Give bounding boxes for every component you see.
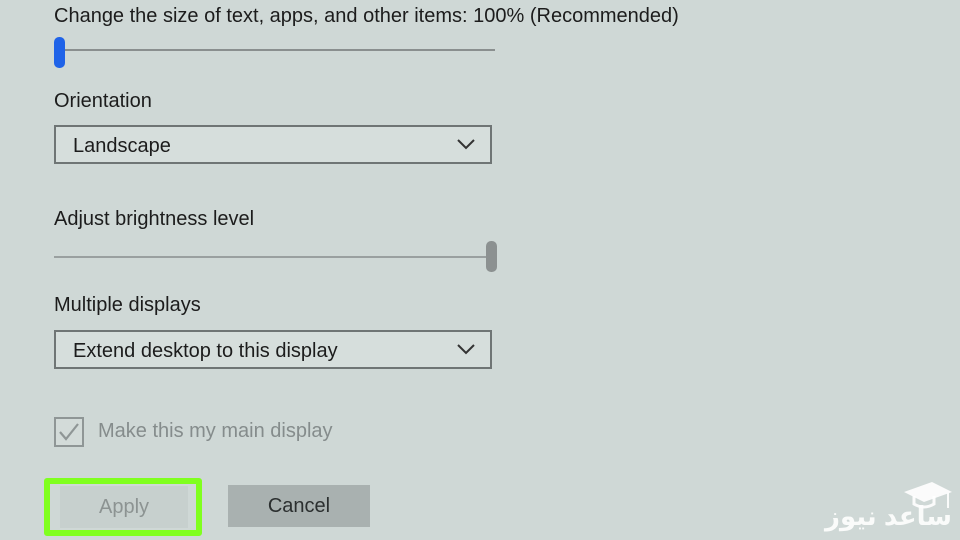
main-display-label: Make this my main display (98, 420, 333, 442)
chevron-down-icon (457, 139, 475, 150)
multiple-displays-dropdown-value: Extend desktop to this display (73, 340, 338, 362)
brightness-slider-track[interactable] (54, 256, 488, 258)
orientation-dropdown-value: Landscape (73, 135, 171, 157)
checkmark-icon (59, 423, 79, 441)
main-display-checkbox[interactable] (54, 417, 84, 447)
brightness-slider-thumb[interactable] (486, 241, 497, 272)
scale-slider-thumb[interactable] (54, 37, 65, 68)
orientation-label: Orientation (54, 90, 152, 112)
cancel-button[interactable]: Cancel (228, 485, 370, 527)
scale-label: Change the size of text, apps, and other… (54, 5, 679, 27)
watermark-text: ساعد نیوز (825, 501, 952, 531)
multiple-displays-label: Multiple displays (54, 294, 201, 316)
scale-slider-track[interactable] (58, 49, 495, 51)
orientation-dropdown[interactable]: Landscape (54, 125, 492, 164)
watermark-logo: ساعد نیوز (820, 480, 952, 532)
brightness-label: Adjust brightness level (54, 208, 255, 230)
apply-button[interactable]: Apply (60, 486, 188, 528)
multiple-displays-dropdown[interactable]: Extend desktop to this display (54, 330, 492, 369)
chevron-down-icon (457, 344, 475, 355)
